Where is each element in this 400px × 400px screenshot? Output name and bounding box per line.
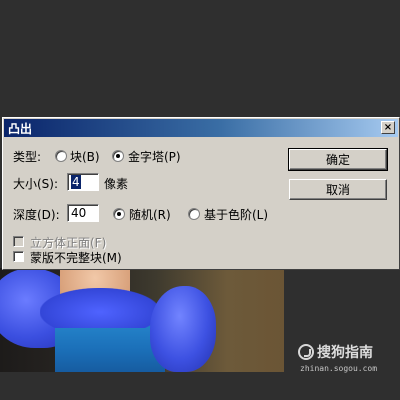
dialog-title: 凸出 [8, 122, 33, 136]
depth-input[interactable]: 40 [67, 204, 99, 222]
size-input[interactable]: 4 [67, 173, 99, 191]
canvas-image [0, 268, 284, 372]
close-button[interactable]: × [381, 121, 395, 134]
type-blocks-label[interactable]: 块(B) [70, 148, 100, 165]
depth-random-label[interactable]: 随机(R) [129, 206, 171, 223]
depth-level-based-radio[interactable] [188, 208, 200, 220]
dialog-titlebar[interactable]: 凸出 × [4, 119, 398, 137]
depth-value: 40 [71, 206, 87, 220]
size-label: 大小(S): [13, 177, 59, 191]
type-pyramids-label[interactable]: 金字塔(P) [128, 148, 181, 165]
depth-label: 深度(D): [13, 208, 60, 222]
type-pyramids-radio[interactable] [112, 150, 124, 162]
extrude-dialog: 凸出 × 类型: 块(B) 金字塔(P) 大小(S): 4 像素 深度(D): … [2, 117, 400, 270]
close-icon: × [383, 121, 393, 133]
photo-collar [40, 288, 160, 328]
watermark-title: 搜狗指南 [317, 345, 373, 361]
size-unit-label: 像素 [104, 177, 129, 191]
mask-incomplete-blocks-checkbox[interactable] [13, 251, 24, 262]
size-value: 4 [71, 175, 81, 189]
depth-random-radio[interactable] [113, 208, 125, 220]
mask-incomplete-blocks-label[interactable]: 蒙版不完整块(M) [30, 249, 122, 266]
cancel-button-label: 取消 [325, 183, 350, 197]
depth-level-based-label[interactable]: 基于色阶(L) [204, 206, 268, 223]
ok-button-label: 确定 [325, 153, 350, 167]
photo-sleeve-right [150, 286, 216, 372]
sogou-logo-icon [298, 344, 314, 360]
watermark-url: zhinan.sogou.com [300, 364, 378, 373]
type-blocks-radio[interactable] [55, 150, 67, 162]
cancel-button[interactable]: 取消 [289, 179, 387, 200]
ok-button[interactable]: 确定 [288, 148, 388, 171]
solid-front-faces-checkbox[interactable] [13, 236, 24, 247]
type-label: 类型: [13, 150, 42, 164]
watermark-logo: 搜狗指南 [298, 342, 373, 362]
sogou-watermark: 搜狗指南 zhinan.sogou.com [296, 342, 396, 382]
